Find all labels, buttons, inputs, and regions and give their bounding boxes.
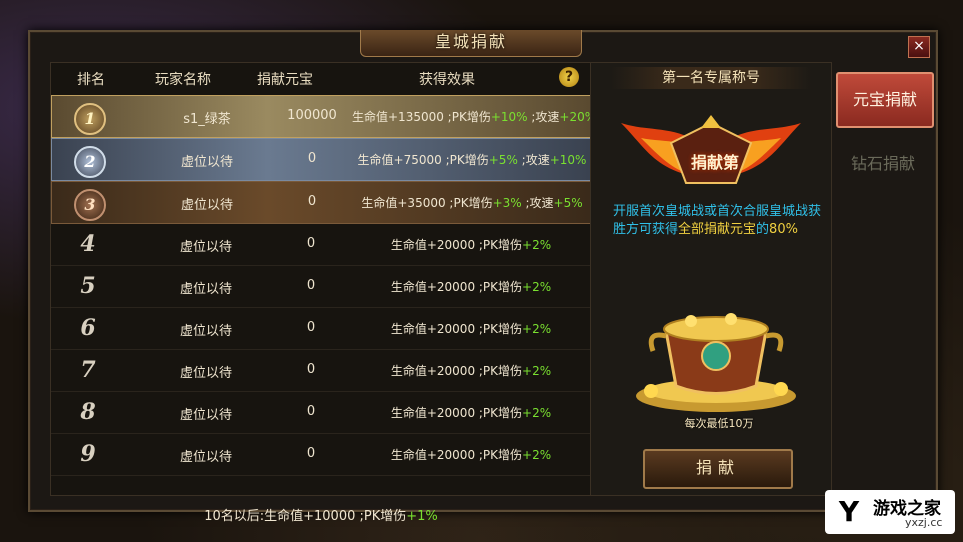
effect-pk-bonus: +3% (492, 196, 522, 210)
table-row: 5 虚位以待 0 生命值+20000 ;PK增伤+2% (51, 266, 591, 308)
table-row: 6 虚位以待 0 生命值+20000 ;PK增伤+2% (51, 308, 591, 350)
table-row: 7 虚位以待 0 生命值+20000 ;PK增伤+2% (51, 350, 591, 392)
reward-panel: 第一名专属称号 捐献第 开服首次皇城战或首次合服皇城战获胜方可获得全部捐献元宝的… (590, 62, 832, 496)
desc-highlight-2: 80% (769, 222, 798, 237)
effect-base: 生命值+20000 ;PK增伤 (390, 280, 523, 294)
ranking-rows: 1 s1_绿茶 100000 生命值+135000 ;PK增伤+10% ;攻速+20%… (51, 95, 596, 476)
rank-number: 5 (80, 273, 96, 299)
donation-amount: 0 (306, 278, 316, 293)
effect-base: 生命值+20000 ;PK增伤 (390, 238, 523, 252)
player-name: 虚位以待 (180, 155, 233, 170)
side-tabs: 元宝捐献 钻石捐献 (836, 72, 934, 200)
player-name: 虚位以待 (180, 198, 233, 213)
donation-window: 皇城捐献 × 排名 玩家名称 捐献元宝 获得效果 ? 1 s1_绿茶 100000 生… (28, 30, 938, 524)
rank-medal-icon: 1 (74, 103, 106, 135)
effect-pk-bonus: +5% (488, 153, 518, 167)
effect-pk-bonus: +2% (522, 280, 552, 294)
close-button[interactable]: × (908, 36, 930, 58)
player-name: 虚位以待 (179, 282, 232, 297)
table-row: 1 s1_绿茶 100000 生命值+135000 ;PK增伤+10% ;攻速+20% (51, 95, 596, 138)
effect-text: 生命值+20000 ;PK增伤+2% (351, 362, 591, 379)
effect-speed-label: ;攻速 (517, 153, 550, 167)
player-name: 虚位以待 (179, 450, 232, 465)
effect-text: 生命值+20000 ;PK增伤+2% (351, 236, 591, 253)
table-row: 4 虚位以待 0 生命值+20000 ;PK增伤+2% (51, 224, 591, 266)
donation-amount: 0 (306, 362, 316, 377)
donation-amount: 0 (306, 320, 316, 335)
site-domain: yxzj.cc (905, 516, 943, 529)
player-name: s1_绿茶 (183, 112, 231, 127)
effect-base: 生命值+20000 ;PK增伤 (390, 322, 523, 336)
donation-amount: 0 (306, 236, 316, 251)
window-title: 皇城捐献 (360, 30, 582, 57)
table-row: 9 虚位以待 0 生命值+20000 ;PK增伤+2% (51, 434, 591, 476)
reward-description: 开服首次皇城战或首次合服皇城战获胜方可获得全部捐献元宝的80% (613, 203, 823, 239)
player-name: 虚位以待 (179, 408, 232, 423)
rank-number: 6 (80, 315, 96, 341)
header-effect: 获得效果 (419, 72, 475, 88)
exclusive-title-heading: 第一名专属称号 (611, 67, 811, 89)
tab-ingot-donation[interactable]: 元宝捐献 (836, 72, 934, 128)
header-player: 玩家名称 (155, 72, 211, 88)
effect-base: 生命值+20000 ;PK增伤 (390, 448, 523, 462)
title-badge: 捐献第 (611, 113, 811, 193)
effect-text: 生命值+35000 ;PK增伤+3% ;攻速+5% (352, 194, 592, 211)
effect-text: 生命值+20000 ;PK增伤+2% (351, 320, 591, 337)
header-rank: 排名 (77, 72, 105, 88)
effect-speed-label: ;攻速 (521, 196, 554, 210)
player-name: 虚位以待 (179, 324, 232, 339)
donation-amount: 0 (306, 404, 316, 419)
site-watermark: Y 游戏之家 yxzj.cc (825, 490, 955, 534)
rank-number: 8 (80, 399, 96, 425)
effect-text: 生命值+20000 ;PK增伤+2% (351, 446, 591, 463)
badge-text: 捐献第 (690, 153, 739, 172)
effect-text: 生命值+20000 ;PK增伤+2% (351, 278, 591, 295)
desc-mid: 的 (756, 222, 770, 237)
effect-speed-bonus: +5% (553, 196, 583, 210)
table-row: 8 虚位以待 0 生命值+20000 ;PK增伤+2% (51, 392, 591, 434)
effect-pk-bonus: +2% (522, 406, 552, 420)
footer-text: 10名以后:生命值+10000 ;PK增伤 (204, 509, 407, 524)
donation-amount: 0 (307, 151, 317, 166)
effect-pk-bonus: +2% (522, 238, 552, 252)
rank-medal-icon: 2 (74, 146, 106, 178)
treasure-pot-icon (631, 291, 801, 413)
effect-text: 生命值+75000 ;PK增伤+5% ;攻速+10% (352, 151, 592, 168)
effect-pk-bonus: +2% (522, 448, 552, 462)
footer-highlight: +1% (406, 509, 438, 524)
effect-base: 生命值+35000 ;PK增伤 (361, 196, 493, 210)
donation-amount: 0 (306, 446, 316, 461)
effect-text: 生命值+135000 ;PK增伤+10% ;攻速+20% (352, 108, 596, 125)
player-name: 虚位以待 (179, 240, 232, 255)
effect-pk-bonus: +10% (490, 110, 528, 124)
effect-speed-bonus: +10% (549, 153, 587, 167)
effect-pk-bonus: +2% (522, 322, 552, 336)
rank-number: 7 (80, 357, 96, 383)
rank-medal-icon: 3 (74, 189, 106, 221)
site-logo-icon: Y (838, 495, 860, 528)
help-icon[interactable]: ? (559, 67, 579, 87)
effect-base: 生命值+75000 ;PK增伤 (357, 153, 489, 167)
table-row: 2 虚位以待 0 生命值+75000 ;PK增伤+5% ;攻速+10% (51, 138, 591, 181)
tab-diamond-donation[interactable]: 钻石捐献 (836, 138, 930, 190)
rank-number: 4 (80, 231, 96, 257)
effect-speed-label: ;攻速 (527, 110, 560, 124)
donation-amount: 100000 (287, 108, 337, 123)
effect-text: 生命值+20000 ;PK增伤+2% (351, 404, 591, 421)
table-row: 3 虚位以待 0 生命值+35000 ;PK增伤+3% ;攻速+5% (51, 181, 591, 224)
donate-button[interactable]: 捐献 (643, 449, 793, 489)
footer-note: 10名以后:生命值+10000 ;PK增伤+1% (51, 505, 591, 524)
effect-base: 生命值+20000 ;PK增伤 (390, 406, 523, 420)
player-name: 虚位以待 (179, 366, 232, 381)
desc-highlight-1: 全部捐献元宝 (678, 222, 757, 237)
rank-number: 9 (80, 441, 96, 467)
donation-amount: 0 (307, 194, 317, 209)
ranking-table: 排名 玩家名称 捐献元宝 获得效果 ? 1 s1_绿茶 100000 生命值+1350… (50, 62, 596, 524)
effect-base: 生命值+135000 ;PK增伤 (352, 110, 491, 124)
effect-pk-bonus: +2% (522, 364, 552, 378)
header-amount: 捐献元宝 (257, 72, 313, 88)
table-header: 排名 玩家名称 捐献元宝 获得效果 ? (51, 63, 591, 93)
pot-label: 每次最低10万 (684, 417, 754, 430)
effect-base: 生命值+20000 ;PK增伤 (390, 364, 523, 378)
